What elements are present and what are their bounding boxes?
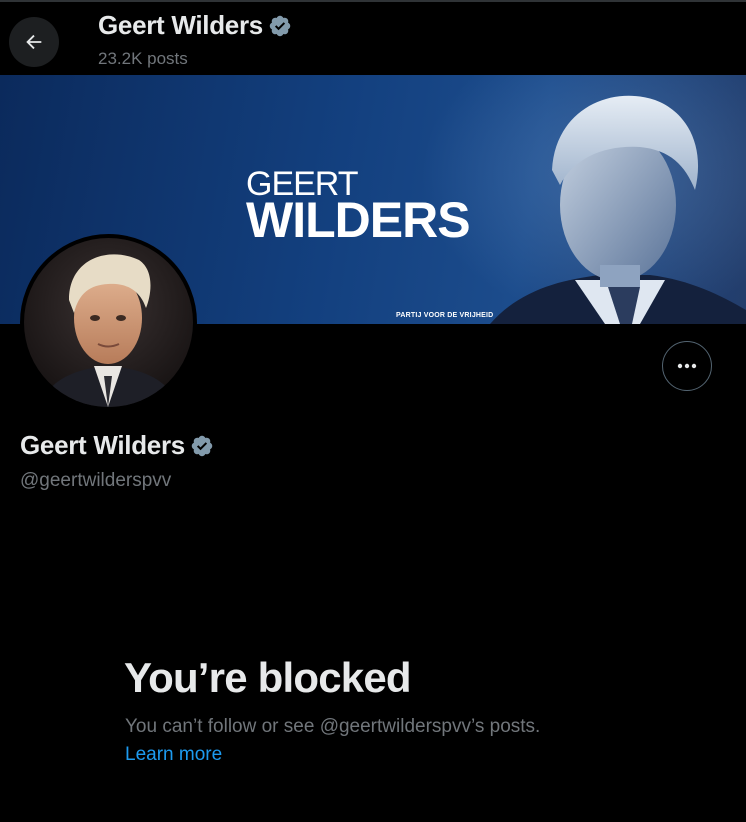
avatar-portrait xyxy=(24,238,193,407)
banner-logo-last: WILDERS xyxy=(246,192,471,248)
banner-logo: GEERT WILDERS xyxy=(246,167,471,248)
profile-name-text: Geert Wilders xyxy=(20,430,185,460)
arrow-left-icon xyxy=(26,34,42,50)
profile-header: Geert Wilders 23.2K posts xyxy=(0,0,746,75)
header-title: Geert Wilders xyxy=(98,10,292,41)
profile-handle: @geertwilderspvv xyxy=(20,470,172,491)
blocked-description: You can’t follow or see @geertwilderspvv… xyxy=(125,716,541,737)
banner-party-line: PARTIJ VOOR DE VRIJHEID xyxy=(396,312,494,319)
verified-badge-icon xyxy=(269,15,291,36)
verified-badge-icon[interactable] xyxy=(190,434,214,458)
profile-name: Geert Wilders xyxy=(20,430,214,461)
more-horizontal-icon xyxy=(677,363,697,369)
learn-more-link[interactable]: Learn more xyxy=(125,744,222,766)
back-button[interactable] xyxy=(9,17,59,67)
avatar[interactable] xyxy=(20,234,197,411)
header-name: Geert Wilders xyxy=(98,10,263,40)
more-options-button[interactable] xyxy=(662,341,712,391)
blocked-title: You’re blocked xyxy=(124,654,412,701)
posts-count: 23.2K posts xyxy=(98,49,188,68)
